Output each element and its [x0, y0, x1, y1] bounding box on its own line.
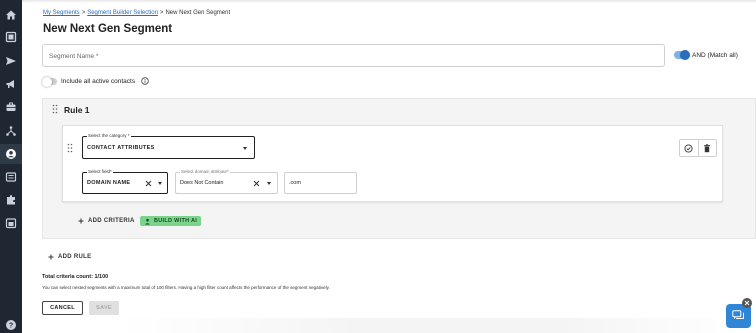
megaphone-icon[interactable] — [4, 77, 18, 91]
domain-attribute-value: Does Not Contain — [180, 180, 224, 186]
add-rule-button[interactable]: ADD RULE — [48, 254, 91, 260]
svg-text:?: ? — [9, 323, 13, 330]
clear-icon[interactable] — [145, 180, 152, 187]
chevron-down-icon — [243, 147, 247, 150]
drag-handle-icon[interactable] — [67, 143, 73, 153]
rule-title: Rule 1 — [64, 105, 90, 115]
category-select-label: Select the category * — [87, 133, 131, 139]
drag-handle-icon[interactable] — [52, 104, 58, 114]
save-button[interactable]: SAVE — [89, 301, 119, 315]
breadcrumb-my-segments[interactable]: My Segments — [43, 10, 80, 16]
domain-attribute-select[interactable]: Select domain attribute* Does Not Contai… — [175, 169, 278, 194]
breadcrumb: My Segments > Segment Builder Selection > Ne… — [43, 10, 230, 16]
segment-name-field[interactable] — [42, 44, 665, 67]
trash-icon — [704, 143, 711, 152]
chevron-down-icon — [158, 182, 162, 185]
add-criteria-button[interactable]: ADD CRITERIA — [78, 218, 135, 224]
include-contacts-label: Include all active contacts — [61, 78, 136, 85]
sidebar: ? — [0, 0, 22, 333]
include-contacts-toggle[interactable] — [42, 76, 57, 87]
field-select-value: DOMAIN NAME — [87, 180, 131, 186]
add-criteria-label: ADD CRITERIA — [88, 218, 135, 224]
domain-attribute-label: Select domain attribute* — [180, 169, 230, 175]
cancel-button[interactable]: CANCEL — [42, 301, 83, 315]
puzzle-icon[interactable] — [4, 193, 18, 207]
library-icon[interactable] — [4, 170, 18, 184]
build-with-ai-button[interactable]: BUILD WITH AI — [140, 216, 202, 226]
send-icon[interactable] — [4, 54, 18, 68]
plus-icon — [48, 254, 54, 260]
match-all-toggle[interactable] — [674, 50, 690, 60]
help-icon[interactable]: ? — [4, 318, 18, 332]
breadcrumb-separator: > — [81, 10, 86, 16]
plus-icon — [78, 218, 84, 224]
check-circle-icon — [684, 143, 693, 153]
total-criteria-count: Total criteria count: 1/100 — [42, 274, 109, 280]
info-icon[interactable] — [141, 77, 149, 85]
home-icon[interactable] — [4, 8, 18, 22]
clear-icon[interactable] — [253, 180, 260, 187]
field-select-label: Select field* — [87, 169, 113, 175]
toggle-knob — [42, 76, 52, 87]
breadcrumb-separator: > — [159, 10, 164, 16]
close-icon — [744, 300, 750, 306]
segment-name-input[interactable] — [43, 46, 664, 67]
category-select[interactable]: Select the category * CONTACT ATTRIBUTES — [82, 133, 255, 159]
add-rule-label: ADD RULE — [58, 254, 92, 260]
help-text: You can select nested segments with a ma… — [42, 285, 330, 290]
toggle-knob — [680, 50, 690, 60]
chevron-down-icon — [267, 182, 271, 185]
domain-value-input[interactable]: .com — [284, 172, 357, 194]
calendar-icon[interactable] — [4, 216, 18, 230]
build-with-ai-label: BUILD WITH AI — [154, 218, 198, 224]
footer-shadow — [120, 318, 740, 333]
match-all-label: AND (Match all) — [692, 52, 738, 59]
breadcrumb-segment-builder[interactable]: Segment Builder Selection — [87, 10, 158, 16]
category-select-value: CONTACT ATTRIBUTES — [87, 144, 155, 151]
confirm-button[interactable] — [680, 140, 698, 156]
workflow-icon[interactable] — [4, 124, 18, 138]
breadcrumb-current: New Next Gen Segment — [165, 10, 231, 16]
contacts-icon[interactable] — [0, 144, 22, 164]
top-divider — [22, 0, 756, 3]
criteria-actions — [679, 139, 717, 157]
ai-person-icon — [145, 218, 150, 224]
briefcase-icon[interactable] — [4, 100, 18, 114]
delete-button[interactable] — [697, 140, 717, 156]
chat-close-button[interactable] — [742, 298, 752, 308]
chat-icon — [732, 310, 744, 319]
page-title: New Next Gen Segment — [43, 23, 173, 35]
field-select[interactable]: Select field* DOMAIN NAME — [82, 169, 168, 194]
domain-value-text: .com — [289, 180, 301, 186]
dashboard-icon[interactable] — [4, 30, 18, 44]
